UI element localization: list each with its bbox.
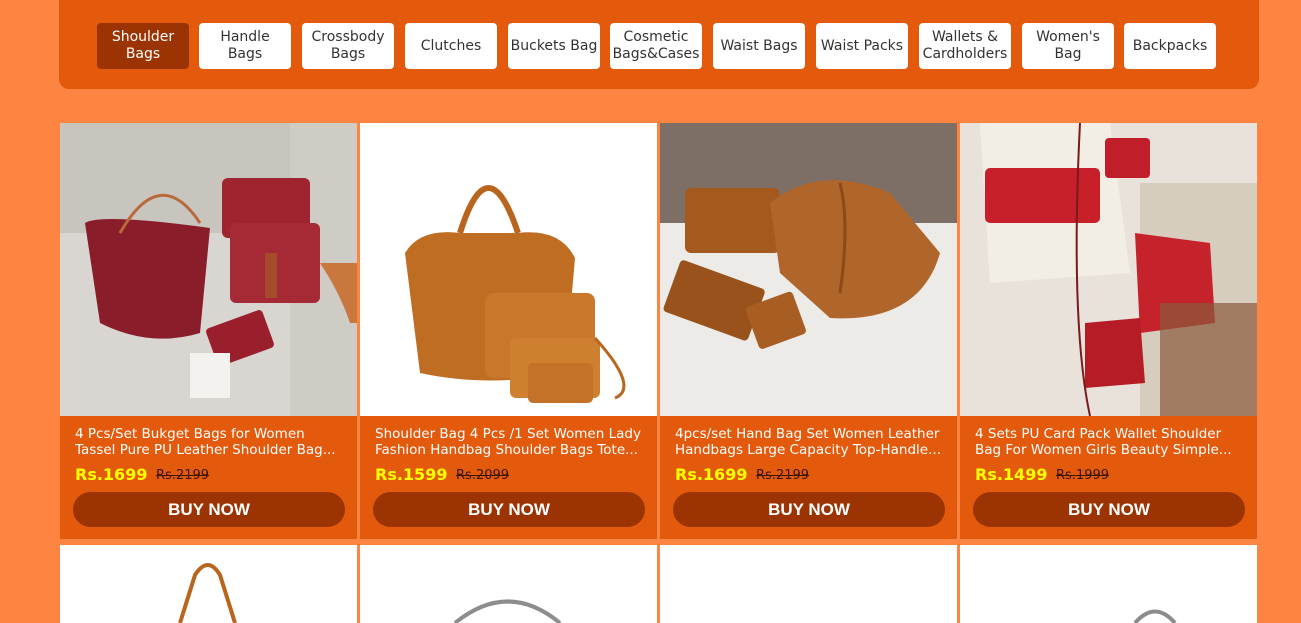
product-title[interactable]: 4 Sets PU Card Pack Wallet Shoulder Bag … xyxy=(975,426,1253,458)
buy-now-button[interactable]: BUY NOW xyxy=(673,492,945,527)
buy-now-button[interactable]: BUY NOW xyxy=(973,492,1245,527)
product-card: 4 Pcs/Set Bukget Bags for Women Tassel P… xyxy=(60,123,357,539)
product-title[interactable]: Shoulder Bag 4 Pcs /1 Set Women Lady Fas… xyxy=(375,426,653,458)
product-price: Rs.1699 xyxy=(675,465,748,484)
category-handle-bags[interactable]: Handle Bags xyxy=(199,23,291,69)
category-bar: Shoulder Bags Handle Bags Crossbody Bags… xyxy=(59,0,1259,89)
product-image[interactable] xyxy=(60,123,357,416)
product-title[interactable]: 4 Pcs/Set Bukget Bags for Women Tassel P… xyxy=(75,426,353,458)
product-card-partial[interactable] xyxy=(360,545,657,623)
product-card-partial[interactable] xyxy=(60,545,357,623)
category-womens-bag[interactable]: Women's Bag xyxy=(1022,23,1114,69)
product-image[interactable] xyxy=(360,123,657,416)
category-clutches[interactable]: Clutches xyxy=(405,23,497,69)
product-image[interactable] xyxy=(660,123,957,416)
product-old-price: Rs.2099 xyxy=(456,468,510,483)
product-price: Rs.1499 xyxy=(975,465,1048,484)
product-card: Shoulder Bag 4 Pcs /1 Set Women Lady Fas… xyxy=(360,123,657,539)
category-crossbody-bags[interactable]: Crossbody Bags xyxy=(302,23,394,69)
buy-now-button[interactable]: BUY NOW xyxy=(73,492,345,527)
product-card: 4pcs/set Hand Bag Set Women Leather Hand… xyxy=(660,123,957,539)
product-card: 4 Sets PU Card Pack Wallet Shoulder Bag … xyxy=(960,123,1257,539)
product-title[interactable]: 4pcs/set Hand Bag Set Women Leather Hand… xyxy=(675,426,953,458)
buy-now-button[interactable]: BUY NOW xyxy=(373,492,645,527)
product-card-partial[interactable] xyxy=(960,545,1257,623)
product-image[interactable] xyxy=(960,123,1257,416)
category-waist-packs[interactable]: Waist Packs xyxy=(816,23,908,69)
product-image xyxy=(1133,609,1177,623)
product-image xyxy=(453,599,562,623)
category-buckets-bag[interactable]: Buckets Bag xyxy=(508,23,600,69)
product-card-partial[interactable] xyxy=(660,545,957,623)
category-backpacks[interactable]: Backpacks xyxy=(1124,23,1216,69)
category-wallets-cardholders[interactable]: Wallets & Cardholders xyxy=(919,23,1011,69)
product-old-price: Rs.2199 xyxy=(756,468,810,483)
product-image xyxy=(178,563,237,623)
category-waist-bags[interactable]: Waist Bags xyxy=(713,23,805,69)
product-price: Rs.1599 xyxy=(375,465,448,484)
product-price: Rs.1699 xyxy=(75,465,148,484)
category-shoulder-bags[interactable]: Shoulder Bags xyxy=(97,23,189,69)
product-old-price: Rs.1999 xyxy=(1056,468,1110,483)
product-old-price: Rs.2199 xyxy=(156,468,210,483)
category-cosmetic-bags[interactable]: Cosmetic Bags&Cases xyxy=(610,23,702,69)
